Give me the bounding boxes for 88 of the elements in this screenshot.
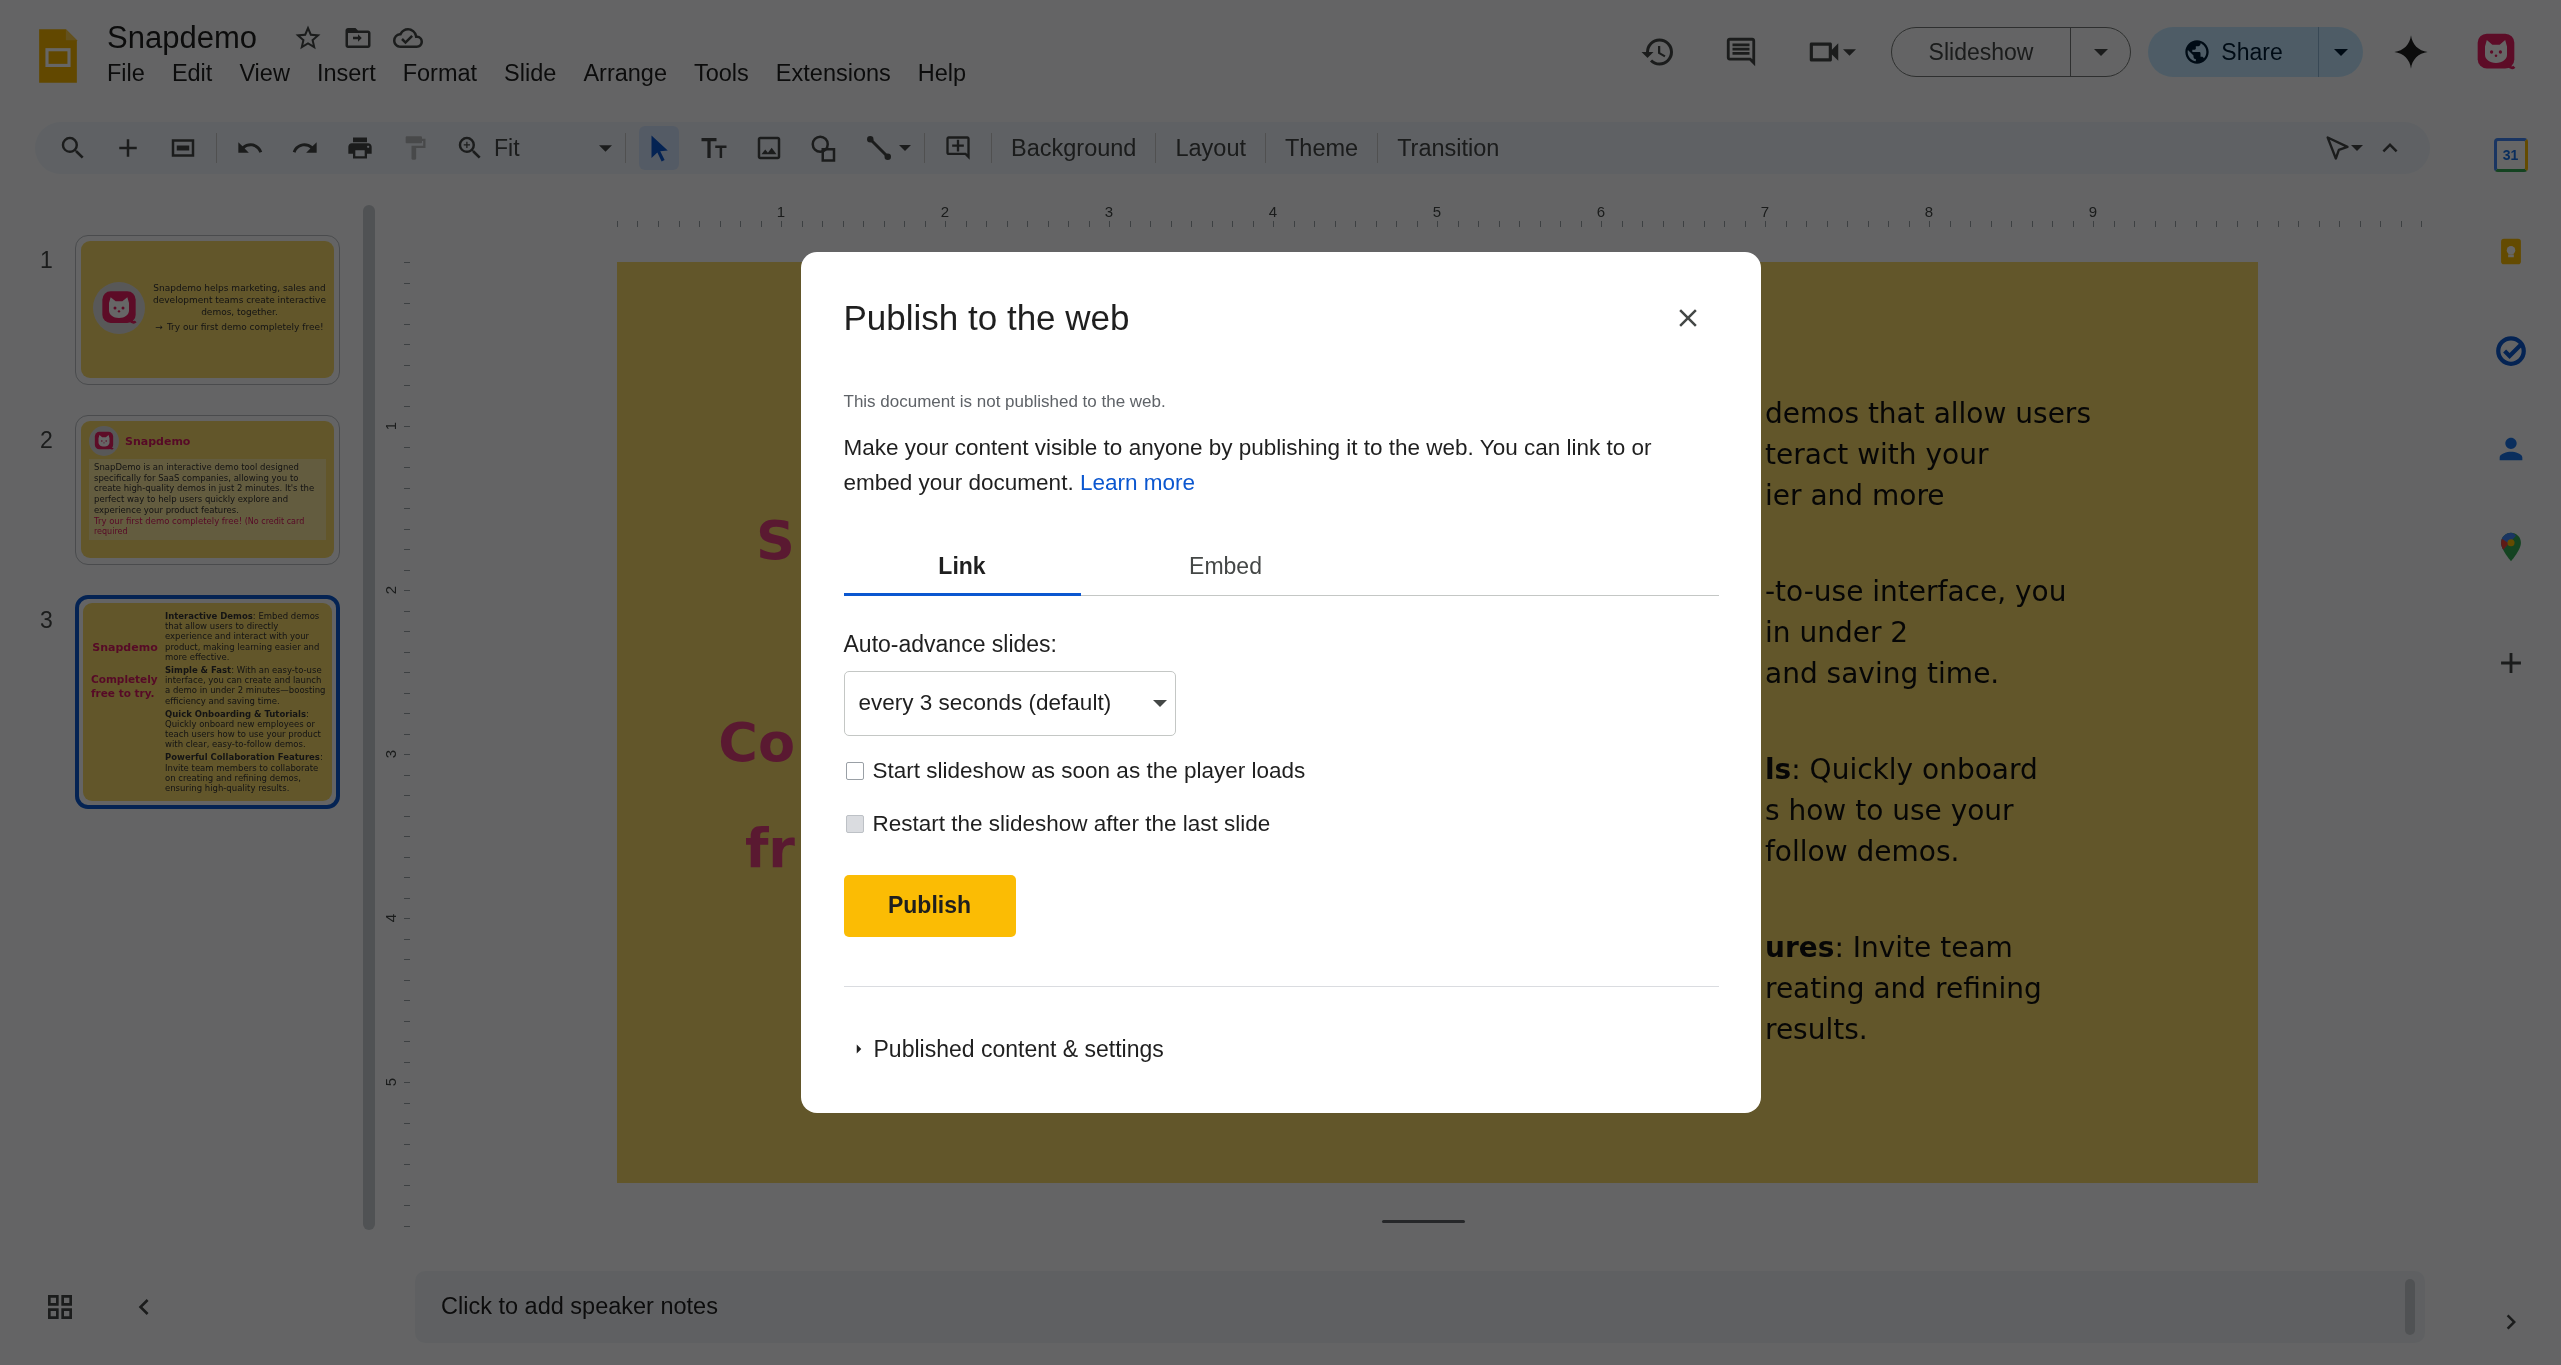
thumbnail-text: SnapDemo is an interactive demo tool designed specifically for SaaS companies, allowing you to create high-quality demos in just 2 minutes. It's the perfect way to help users quickly explore and experience your product features. [94, 462, 316, 516]
caret-icon[interactable] [2351, 145, 2363, 151]
publish-button[interactable]: Publish [843, 874, 1016, 937]
toolbar-button[interactable]: Theme [1279, 134, 1365, 162]
auto-advance-dropdown[interactable]: every 3 seconds (default) [843, 670, 1176, 736]
menu-item[interactable]: Tools [694, 60, 749, 87]
pen-icon[interactable] [2323, 134, 2351, 162]
caret-icon [599, 144, 612, 152]
menu-item[interactable]: Insert [316, 60, 376, 87]
menu-item[interactable]: Slide [504, 60, 557, 87]
slide-paragraph: -to-use interface, you in under 2 and saving time. [1765, 574, 2068, 692]
toolbar-button[interactable]: Transition [1391, 134, 1506, 162]
dialog-title: Publish to the web [843, 297, 1130, 338]
share-split-button[interactable]: Share [2148, 27, 2363, 77]
slideshow-split-button[interactable]: Slideshow [1891, 27, 2131, 77]
thumbnail-text: Snapdemo helps marketing, sales and development teams create interactive demos, together. [153, 283, 326, 319]
cat-logo-icon [93, 430, 115, 452]
arrow-bullet: → [155, 321, 163, 332]
share-button[interactable]: Share [2148, 27, 2319, 77]
ruler-number: 3 [1104, 205, 1114, 219]
menu-item[interactable]: Format [402, 60, 478, 87]
slides-logo-icon[interactable] [36, 26, 80, 86]
ruler-number: 2 [384, 585, 399, 595]
select-cursor-tool[interactable] [639, 126, 679, 170]
zoom-dropdown[interactable]: Fit [490, 134, 612, 162]
slide-tagline: fr [744, 818, 795, 880]
toolbar-button[interactable]: Layout [1169, 134, 1252, 162]
thumbnail-text: Try our first demo completely free! (No credit card required [94, 516, 306, 537]
menu-item[interactable]: File [107, 60, 145, 87]
checkbox-label[interactable]: Start slideshow as soon as the player loads [872, 757, 1306, 784]
ruler-number: 5 [384, 1077, 399, 1087]
add-comment-icon[interactable] [944, 134, 972, 162]
thumbnail-text: Interactive Demos: Embed demos that allow users to directly experience and interact with your product, making learning easier and more effective. [165, 611, 321, 662]
settings-expander[interactable]: Published content & settings [843, 1031, 1719, 1068]
caret-icon[interactable] [1843, 48, 1856, 56]
caret-icon[interactable] [2334, 48, 2348, 56]
menu-item[interactable]: Help [917, 60, 967, 87]
checkbox[interactable] [845, 761, 864, 780]
toolbar-button[interactable]: Background [1005, 134, 1143, 162]
ruler-number: 3 [384, 749, 399, 759]
slide-paragraph: demos that allow users teract with your ier and more [1765, 396, 2091, 514]
ruler-number: 7 [1760, 205, 1770, 219]
globe-icon [2183, 38, 2212, 66]
caret-icon[interactable] [2093, 48, 2108, 56]
menu-item[interactable]: View [239, 60, 290, 87]
thumbnail-tagline: Completely free to try. [91, 672, 159, 701]
tab[interactable]: Link [843, 539, 1081, 597]
field-label: Auto-advance slides: [843, 630, 1058, 657]
publish-status: This document is not published to the web. [843, 390, 1167, 413]
ruler-number: 6 [1596, 205, 1606, 219]
speaker-notes-hint: Click to add speaker notes [441, 1293, 718, 1320]
slide-number: 3 [39, 607, 54, 634]
slide-thumbnail[interactable]: Snapdemo helps marketing, sales and development teams create interactive demos, together. → Try our first demo completely free! [75, 235, 340, 385]
dialog-description: Make your content visible to anyone by publishing it to the web. You can link to or embed your document. Learn more [843, 433, 1653, 497]
ruler-number: 5 [1432, 205, 1442, 219]
slide-title: S [756, 510, 795, 572]
menu-item[interactable]: Extensions [775, 60, 891, 87]
caret-icon[interactable] [899, 145, 911, 151]
document-title[interactable]: Snapdemo [107, 20, 257, 56]
ruler-number: 9 [2088, 205, 2098, 219]
thumbnail-title: Snapdemo [92, 641, 158, 654]
ruler-number: 4 [384, 913, 399, 923]
ruler-number: 2 [940, 205, 950, 219]
slide-tagline: Co [718, 712, 795, 774]
slide-number: 1 [39, 247, 54, 274]
calendar-app-icon[interactable]: 31 [2493, 138, 2528, 172]
menu-item[interactable]: Edit [171, 60, 213, 87]
ruler-number: 1 [384, 421, 399, 431]
slide-paragraph: ls: Quickly onboard s how to use your follow demos. [1765, 752, 2039, 870]
caret-icon [1152, 699, 1167, 707]
thumbnail-text: Try our first demo completely free! [166, 321, 324, 332]
slideshow-button[interactable]: Slideshow [1892, 28, 2071, 76]
ruler-number: 4 [1268, 205, 1278, 219]
thumbnail-text: Powerful Collaboration Features: Invite team members to collaborate on creating and refining demos, ensuring high-quality results. [165, 752, 324, 794]
line-icon[interactable] [864, 133, 894, 163]
tab[interactable]: Embed [1080, 539, 1371, 597]
learn-more-link[interactable]: Learn more [1079, 469, 1195, 495]
resize-handle[interactable] [1382, 1220, 1465, 1223]
tasks-icon[interactable] [2493, 334, 2528, 368]
thumbnail-title: Snapdemo [125, 434, 191, 448]
slide-number: 2 [39, 427, 54, 454]
menu-item[interactable]: Arrange [583, 60, 667, 87]
thumbnail-text: Simple & Fast: With an easy-to-use interface, you can create and launch a demo in under 2 minutes—boosting efficiency and saving time. [165, 664, 326, 706]
ruler-number: 8 [1924, 205, 1934, 219]
slide-paragraph: ures: Invite team reating and refining results. [1765, 930, 2043, 1048]
speaker-notes-field[interactable]: Click to add speaker notes [415, 1270, 2425, 1343]
ruler-number: 1 [776, 205, 786, 219]
thumbnail-text: Quick Onboarding & Tutorials: Quickly onboard new employees or teach users how to use your product with clear, easy-to-follow demos. [165, 708, 322, 750]
